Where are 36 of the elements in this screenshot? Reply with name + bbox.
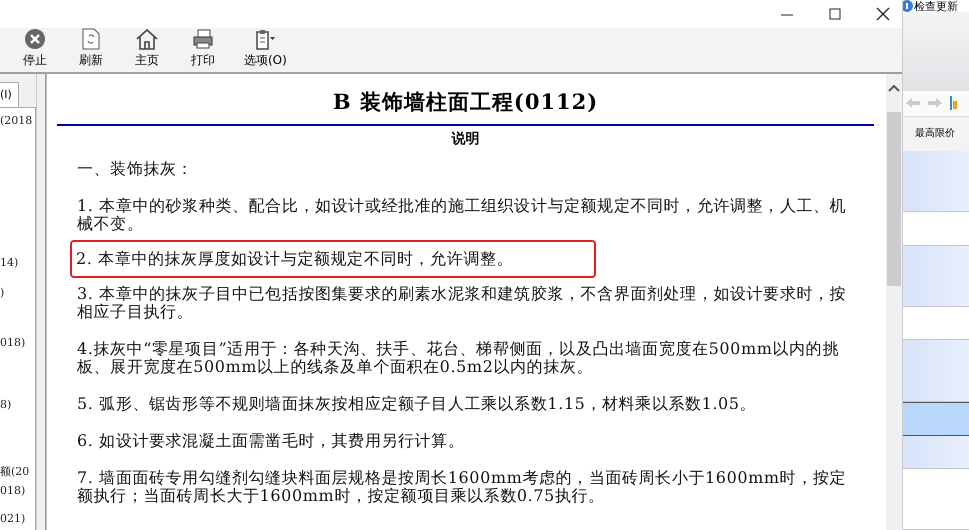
toolbar-button[interactable]: 选项(O) — [238, 28, 293, 72]
tree-item[interactable]: (2018 — [0, 113, 35, 128]
pane-splitter[interactable] — [36, 74, 46, 530]
close-icon[interactable] — [874, 5, 892, 23]
side-tab[interactable]: (I) — [0, 82, 19, 107]
paragraph: 3. 本章中的抹灰子目中已包括按图集要求的刷素水泥浆和建筑胶浆，不含界面剂处理，如设计要求时，按相应子目执行。 — [77, 285, 848, 321]
scrollbar[interactable] — [886, 74, 902, 530]
tree-item[interactable]: ) — [0, 285, 35, 300]
tree-item[interactable]: 021) — [0, 511, 35, 526]
clipboard-icon — [254, 28, 276, 50]
paragraph: 6. 如设计要求混凝土面需凿毛时，其费用另行计算。 — [77, 432, 466, 450]
toolbar-button[interactable]: 打印 — [182, 28, 224, 72]
tree-item[interactable]: 8) — [0, 397, 35, 412]
scrollbar-thumb[interactable] — [887, 112, 902, 286]
chevron-up-icon[interactable] — [888, 84, 900, 92]
toolbar-button[interactable]: 刷新 — [70, 28, 112, 72]
back-arrow-icon[interactable] — [905, 97, 922, 110]
paragraph: 4.抹灰中“零星项目”适用于：各种天沟、扶手、花台、梯帮侧面，以及凸出墙面宽度在500mm以内的挑板、展开宽度在500mm以上的线条及单个面积在0.5m2以内的抹灰。 — [77, 340, 840, 376]
tree-item[interactable]: 14) — [0, 255, 35, 270]
check-update-button[interactable]: 检查更新 — [903, 0, 969, 12]
paragraph: 7. 墙面面砖专用勾缝剂勾缝块料面层规格是按周长1600mm考虑的，当面砖周长小于1600mm时，按定额执行；当面砖周长大于1600mm时，按定额项目乘以系数0.75执行。 — [77, 469, 848, 505]
paragraph: 5. 弧形、锯齿形等不规则墙面抹灰按相应定额子目人工乘以系数1.15，材料乘以系数1.05。 — [77, 395, 758, 413]
section-heading: 说明 — [450, 130, 481, 148]
tree-item[interactable]: 018) — [0, 335, 35, 350]
home-icon — [136, 28, 158, 50]
paragraph: 2. 本章中的抹灰厚度如设计与定额规定不同时，允许调整。 — [72, 242, 594, 276]
document-title: B 装饰墙柱面工程(0112) — [332, 88, 600, 116]
toolbar-button[interactable]: 停止 — [14, 28, 56, 72]
forward-arrow-icon[interactable] — [927, 97, 944, 110]
tree-item[interactable]: 额(20 — [0, 464, 35, 479]
toolbar-button[interactable]: 主页 — [126, 28, 168, 72]
paragraph: 1. 本章中的砂浆种类、配合比，如设计或经批准的施工组织设计与定额规定不同时，允许调整，人工、机械不变。 — [77, 197, 848, 233]
paragraph: 一、装饰抹灰： — [77, 160, 194, 178]
column-header[interactable]: 最高限价 — [903, 116, 969, 151]
table-row[interactable] — [903, 402, 969, 436]
tree-item[interactable]: 018) — [0, 483, 35, 498]
